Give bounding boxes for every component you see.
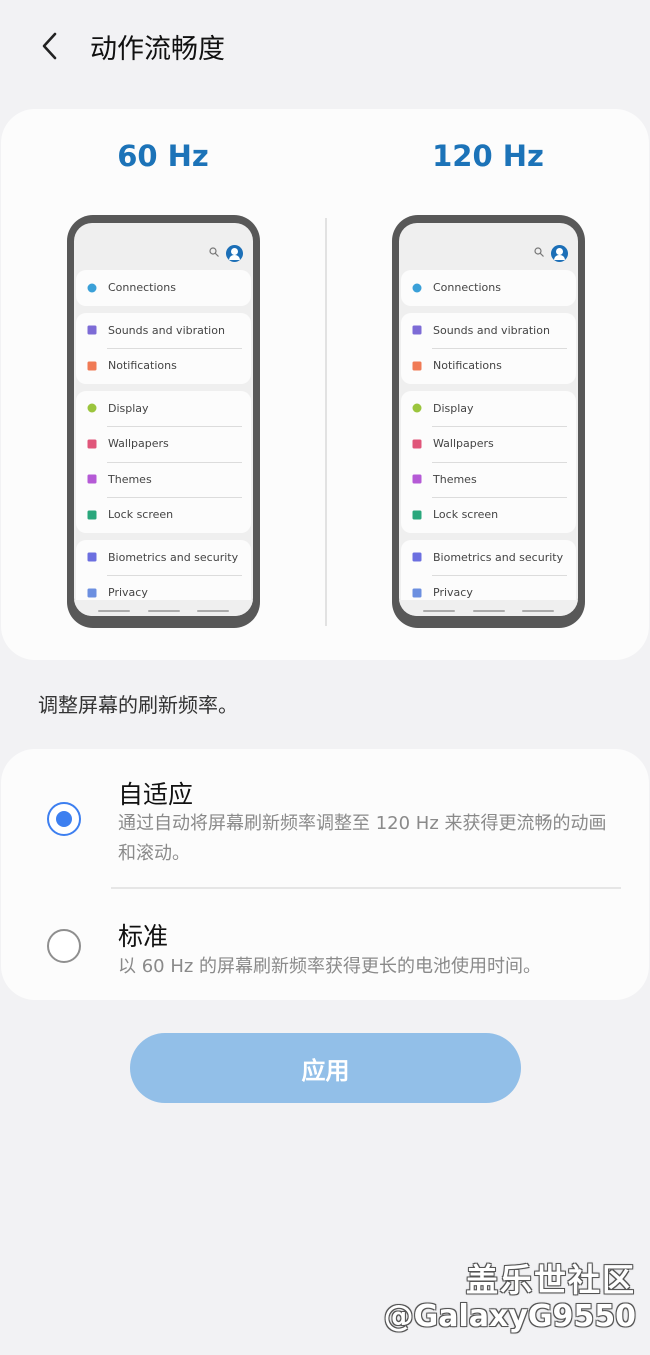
settings-list: Connections Sounds and vibration Notificat…: [399, 270, 578, 611]
lock-icon: [87, 510, 97, 520]
sun-icon: [412, 403, 422, 413]
settings-item-label: Notifications: [108, 359, 177, 373]
option-standard-subtitle: 以 60 Hz 的屏幕刷新频率获得更长的电池使用时间。: [118, 956, 542, 977]
preview-60hz-label: 60 Hz: [117, 139, 209, 173]
settings-list: Connections Sounds and vibration Notificat…: [74, 270, 253, 611]
settings-group: Display Wallpapers Themes Lock screen: [401, 390, 576, 533]
phone-screen: Connections Sounds and vibration Notificat…: [74, 223, 253, 616]
settings-item: Lock screen: [76, 497, 251, 533]
wallpaper-icon: [87, 439, 97, 449]
preview-divider: [325, 218, 327, 626]
notification-icon: [87, 361, 97, 371]
settings-item-label: Lock screen: [108, 508, 174, 522]
header: 动作流畅度: [0, 0, 650, 92]
settings-item-label: Connections: [433, 281, 501, 295]
settings-item: Lock screen: [401, 497, 576, 533]
settings-item: Notifications: [76, 348, 251, 384]
settings-item-label: Lock screen: [433, 508, 499, 522]
wallpaper-icon: [412, 439, 422, 449]
description-text: 调整屏幕的刷新频率。: [38, 693, 238, 717]
settings-item-label: Wallpapers: [108, 437, 169, 451]
settings-item-label: Themes: [433, 472, 477, 486]
option-adaptive-title: 自适应: [118, 780, 194, 809]
account-avatar-icon: [226, 245, 243, 262]
sun-icon: [87, 403, 97, 413]
settings-item-label: Themes: [108, 472, 152, 486]
refresh-options-card: 自适应 通过自动将屏幕刷新频率调整至 120 Hz 来获得更流畅的动画和滚动。 …: [1, 749, 649, 1000]
option-adaptive[interactable]: 自适应 通过自动将屏幕刷新频率调整至 120 Hz 来获得更流畅的动画和滚动。: [1, 749, 649, 887]
refresh-rate-preview-card: 60 Hz 120 Hz Connections Sounds and vibra…: [1, 109, 649, 660]
phone-preview-60hz: Connections Sounds and vibration Notificat…: [67, 215, 260, 628]
chevron-left-icon: [42, 32, 57, 60]
apply-button[interactable]: 应用: [130, 1033, 521, 1103]
settings-item: Biometrics and security: [401, 540, 576, 576]
search-icon: [209, 247, 219, 257]
settings-item-label: Connections: [108, 281, 176, 295]
settings-group: Display Wallpapers Themes Lock screen: [76, 390, 251, 533]
settings-item-label: Wallpapers: [433, 437, 494, 451]
settings-item: Sounds and vibration: [401, 313, 576, 349]
radio-standard[interactable]: [47, 929, 81, 963]
watermark-community: 盖乐世社区: [465, 1261, 636, 1299]
option-divider: [111, 887, 621, 889]
volume-icon: [87, 325, 97, 335]
radio-adaptive[interactable]: [47, 802, 81, 836]
settings-item: Display: [76, 391, 251, 427]
settings-item: Connections: [76, 270, 251, 306]
settings-item-label: Sounds and vibration: [108, 323, 225, 337]
wifi-icon: [412, 283, 422, 293]
settings-item-label: Biometrics and security: [108, 550, 239, 564]
back-button[interactable]: [30, 26, 70, 66]
settings-group: Connections: [401, 270, 576, 306]
settings-item: Themes: [401, 461, 576, 498]
option-standard[interactable]: 标准 以 60 Hz 的屏幕刷新频率获得更长的电池使用时间。: [1, 890, 649, 1000]
settings-item: Wallpapers: [76, 426, 251, 462]
settings-item: Connections: [401, 270, 576, 306]
settings-item: Themes: [76, 461, 251, 498]
settings-item: Notifications: [401, 348, 576, 384]
option-adaptive-subtitle: 通过自动将屏幕刷新频率调整至 120 Hz 来获得更流畅的动画和滚动。: [118, 813, 607, 864]
settings-group: Sounds and vibration Notifications: [401, 312, 576, 384]
shield-icon: [412, 552, 422, 562]
wifi-icon: [87, 283, 97, 293]
settings-item: Display: [401, 391, 576, 427]
lock-icon: [412, 510, 422, 520]
privacy-icon: [87, 588, 97, 598]
account-avatar-icon: [551, 245, 568, 262]
phone-screen: Connections Sounds and vibration Notificat…: [399, 223, 578, 616]
settings-item: Wallpapers: [401, 426, 576, 462]
search-icon: [534, 247, 544, 257]
option-standard-title: 标准: [118, 922, 169, 951]
privacy-icon: [412, 588, 422, 598]
settings-item: Biometrics and security: [76, 540, 251, 576]
watermark-handle: @GalaxyG9550: [383, 1299, 636, 1334]
brush-icon: [87, 474, 97, 484]
settings-item-label: Sounds and vibration: [433, 323, 550, 337]
settings-item: Sounds and vibration: [76, 313, 251, 349]
phone-preview-120hz: Connections Sounds and vibration Notificat…: [392, 215, 585, 628]
nav-bar: [423, 610, 554, 612]
settings-item-label: Biometrics and security: [433, 550, 564, 564]
brush-icon: [412, 474, 422, 484]
settings-group: Sounds and vibration Notifications: [76, 312, 251, 384]
settings-item-label: Display: [433, 401, 474, 415]
volume-icon: [412, 325, 422, 335]
nav-bar: [98, 610, 229, 612]
notification-icon: [412, 361, 422, 371]
settings-item-label: Notifications: [433, 359, 502, 373]
settings-group: Connections: [76, 270, 251, 306]
shield-icon: [87, 552, 97, 562]
settings-item-label: Privacy: [108, 586, 148, 600]
settings-item-label: Display: [108, 401, 149, 415]
settings-item-label: Privacy: [433, 586, 473, 600]
preview-120hz-label: 120 Hz: [432, 139, 544, 173]
page-title: 动作流畅度: [90, 34, 225, 65]
